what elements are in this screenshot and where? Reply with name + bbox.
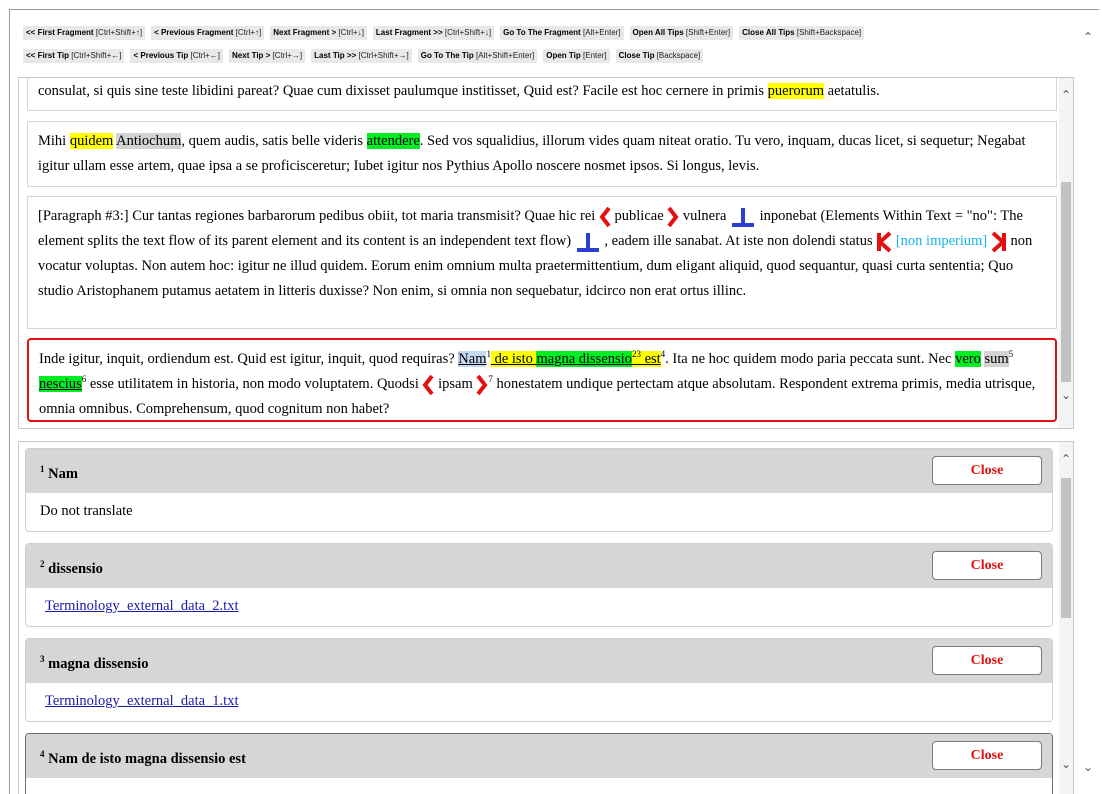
tag-close-k-icon[interactable] [991,231,1007,253]
tip-header: 4 Nam de isto magna dissensio est Close [26,734,1052,778]
tip-header: 1 Nam Close [26,449,1052,493]
scroll-down-arrow[interactable]: ⌄ [1059,757,1073,771]
tip-card: 4 Nam de isto magna dissensio est Close [25,733,1053,794]
tip-body: Terminology_external_data_1.txt [26,683,1052,719]
previous-tip-button[interactable]: < Previous Tip [Ctrl+←] [130,49,224,63]
text-panel-scrollbar[interactable]: ⌃ ⌄ [1059,78,1073,428]
close-all-tips-button[interactable]: Close All Tips [Shift+Backspace] [739,26,865,40]
tip-title: 4 Nam de isto magna dissensio est [40,749,246,767]
paragraph-3: [Paragraph #3:] Cur tantas regiones barb… [27,196,1057,329]
terminology-file-link[interactable]: Terminology_external_data_2.txt [40,598,238,614]
paragraph-2: Mihi quidem Antiochum, quem audis, satis… [27,121,1057,187]
tip-card: 2 dissensio Close Terminology_external_d… [25,543,1053,627]
tag-close-chevron-icon[interactable] [667,206,679,228]
next-fragment-button[interactable]: Next Fragment > [Ctrl+↓] [270,26,367,40]
standalone-tag-icon[interactable] [730,206,756,228]
untranslatable-segment[interactable]: [non imperium] [896,233,987,249]
term-link[interactable]: de isto magna dissensio23 [490,350,641,367]
close-tip-button[interactable]: Close [932,456,1042,485]
tip-header: 3 magna dissensio Close [26,639,1052,683]
scrollbar-thumb[interactable] [1061,182,1071,382]
term-highlight[interactable]: puerorum [767,83,825,99]
text-fragments-panel[interactable]: consulat, si quis sine teste libidini pa… [18,77,1074,429]
tip-toolbar: << First Tip [Ctrl+Shift+←] < Previous T… [23,49,1063,63]
previous-fragment-button[interactable]: < Previous Fragment [Ctrl+↑] [151,26,265,40]
scroll-up-arrow[interactable]: ⌃ [1059,88,1073,102]
page-scroll-up-arrow[interactable]: ⌃ [1083,30,1093,44]
go-to-tip-button[interactable]: Go To The Tip [Alt+Shift+Enter] [417,49,538,63]
first-tip-button[interactable]: << First Tip [Ctrl+Shift+←] [23,49,125,63]
close-tip-button[interactable]: Close Tip [Backspace] [615,49,704,63]
terminology-file-link[interactable]: Terminology_external_data_1.txt [40,693,238,709]
tag-open-k-icon[interactable] [876,231,892,253]
page-scroll-down-arrow[interactable]: ⌄ [1083,760,1093,774]
paragraph-4-active[interactable]: Inde igitur, inquit, ordiendum est. Quid… [27,338,1057,422]
term-link[interactable]: nescius [39,376,82,392]
next-tip-button[interactable]: Next Tip > [Ctrl+→] [229,49,306,63]
close-tip-button[interactable]: Close [932,551,1042,580]
term-link[interactable]: est [640,351,661,367]
last-tip-button[interactable]: Last Tip >> [Ctrl+Shift+→] [311,49,412,63]
tips-panel[interactable]: 1 Nam Close Do not translate 2 dissensio… [18,441,1074,794]
close-tip-button[interactable]: Close [932,741,1042,770]
tip-body: Do not translate [40,503,133,519]
term-link[interactable]: Nam [458,351,487,367]
term-highlight[interactable]: quidem [69,133,114,149]
paragraph-1: consulat, si quis sine teste libidini pa… [27,78,1057,111]
tip-title: 2 dissensio [40,559,103,577]
term-highlight[interactable]: vero [955,351,981,367]
go-to-fragment-button[interactable]: Go To The Fragment [Alt+Enter] [500,26,624,40]
tip-card: 1 Nam Close Do not translate [25,448,1053,532]
tip-header: 2 dissensio Close [26,544,1052,588]
open-tip-button[interactable]: Open Tip [Enter] [543,49,610,63]
term-highlight[interactable]: sum [984,351,1009,367]
fragment-toolbar: << First Fragment [Ctrl+Shift+↑] < Previ… [23,26,1063,40]
tip-body: Terminology_external_data_2.txt [26,588,1052,624]
close-tip-button[interactable]: Close [932,646,1042,675]
scroll-up-arrow[interactable]: ⌃ [1059,452,1073,466]
last-fragment-button[interactable]: Last Fragment >> [Ctrl+Shift+↓] [372,26,495,40]
scrollbar-thumb[interactable] [1061,478,1071,618]
tag-open-chevron-icon[interactable] [422,374,435,396]
standalone-tag-icon[interactable] [575,231,601,253]
tip-title: 3 magna dissensio [40,654,149,672]
tip-card: 3 magna dissensio Close Terminology_exte… [25,638,1053,722]
term-highlight[interactable]: attendere [366,133,420,149]
first-fragment-button[interactable]: << First Fragment [Ctrl+Shift+↑] [23,26,146,40]
open-all-tips-button[interactable]: Open All Tips [Shift+Enter] [629,26,734,40]
scroll-down-arrow[interactable]: ⌄ [1059,388,1073,402]
tag-close-chevron-icon[interactable] [476,374,488,396]
tag-open-chevron-icon[interactable] [599,206,611,228]
tip-title: 1 Nam [40,464,78,482]
tips-panel-scrollbar[interactable]: ⌃ ⌄ [1059,442,1073,794]
term-highlight[interactable]: Antiochum [116,133,182,149]
